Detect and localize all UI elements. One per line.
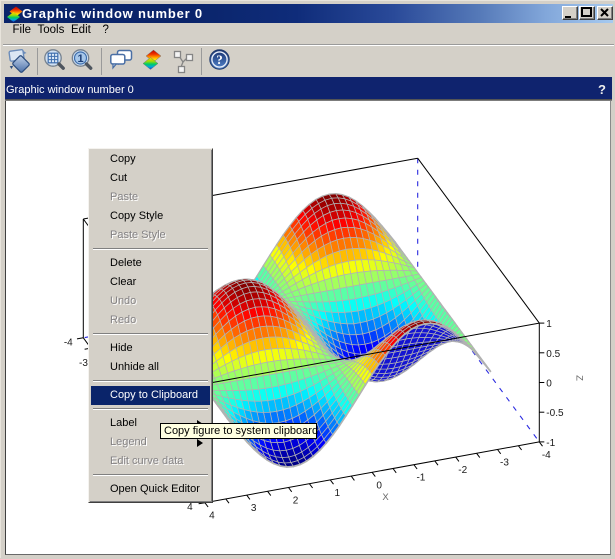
svg-text:4: 4: [209, 511, 215, 522]
svg-text:4: 4: [187, 502, 193, 513]
svg-text:-2: -2: [458, 465, 467, 476]
svg-text:-3: -3: [500, 458, 509, 469]
svg-text:-1: -1: [546, 438, 555, 449]
svg-text:0: 0: [376, 480, 382, 491]
svg-text:1: 1: [77, 53, 83, 65]
svg-text:1: 1: [546, 319, 552, 330]
svg-text:0.5: 0.5: [546, 349, 560, 360]
svg-text:-1: -1: [416, 473, 425, 484]
svg-text:2: 2: [293, 496, 299, 507]
svg-text:3: 3: [251, 503, 257, 514]
svg-text:Z: Z: [574, 375, 585, 381]
svg-text:0: 0: [546, 379, 552, 390]
svg-text:-4: -4: [542, 450, 551, 461]
svg-text:?: ?: [216, 52, 223, 67]
svg-text:1: 1: [335, 488, 341, 499]
svg-text:X: X: [382, 492, 389, 503]
svg-text:-3: -3: [79, 358, 88, 369]
svg-text:-0.5: -0.5: [546, 408, 564, 419]
svg-text:-4: -4: [64, 337, 73, 348]
